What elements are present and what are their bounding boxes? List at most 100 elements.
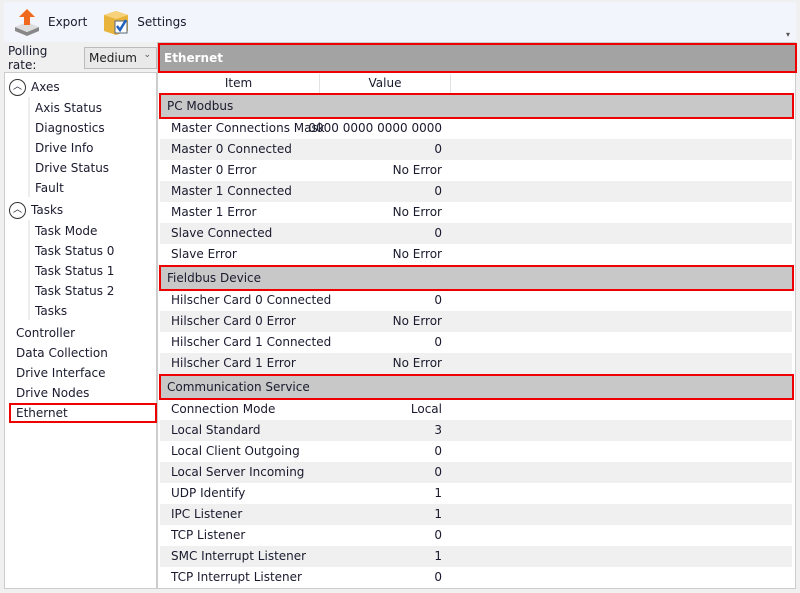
polling-rate-row: Polling rate: Medium ⌄ xyxy=(4,44,157,72)
row-item: UDP Identify xyxy=(171,486,246,500)
row-value: 0 xyxy=(434,226,442,240)
row-value: 1 xyxy=(434,549,442,563)
panel-title: Ethernet xyxy=(158,43,797,73)
table-row[interactable]: UDP Identify 1 xyxy=(160,483,792,504)
table-row[interactable]: SMC Interrupt Listener 1 xyxy=(160,546,792,567)
table-row[interactable]: Hilscher Card 0 Connected 0 xyxy=(160,290,792,311)
tree-guide-line xyxy=(28,220,30,320)
tree-item[interactable]: Data Collection xyxy=(16,343,108,363)
table-row[interactable]: TCP Listener 0 xyxy=(160,525,792,546)
row-item: SMC Interrupt Listener xyxy=(171,549,307,563)
row-item: Hilscher Card 1 Error xyxy=(171,356,296,370)
tree-guide-line xyxy=(28,97,30,197)
row-item: Master 1 Connected xyxy=(171,184,292,198)
row-value: 0 xyxy=(434,335,442,349)
row-item: Master 1 Error xyxy=(171,205,257,219)
row-item: Slave Error xyxy=(171,247,237,261)
section-header[interactable]: Fieldbus Device xyxy=(159,265,794,291)
navigation-panel: Polling rate: Medium ⌄ ︿ Axes Axis Status Di… xyxy=(4,44,157,589)
row-item: Hilscher Card 0 Connected xyxy=(171,293,332,307)
row-item: Hilscher Card 1 Connected xyxy=(171,335,332,349)
row-value: 1 xyxy=(434,486,442,500)
row-value: No Error xyxy=(392,247,442,261)
details-panel: Ethernet Item Value PC Modbus Master Conn… xyxy=(157,42,797,589)
tree-item[interactable]: Task Status 2 xyxy=(35,281,114,301)
table-row[interactable]: Master 1 Error No Error xyxy=(160,202,792,223)
table-row[interactable]: TCP Interrupt Listener 0 xyxy=(160,567,792,588)
tree-group-label: Axes xyxy=(31,80,60,94)
table-row[interactable]: Hilscher Card 1 Connected 0 xyxy=(160,332,792,353)
row-value: 0 xyxy=(434,465,442,479)
table-row[interactable]: Master 1 Connected 0 xyxy=(160,181,792,202)
tree-item[interactable]: Task Status 0 xyxy=(35,241,114,261)
row-item: Master Connections Mask xyxy=(171,121,325,135)
row-value: 0000 0000 0000 0000 xyxy=(308,121,442,135)
tree-group-tasks[interactable]: ︿ Tasks xyxy=(9,200,63,220)
toolbar-overflow-icon[interactable]: ▾ xyxy=(786,30,790,39)
settings-button[interactable]: Settings xyxy=(101,7,187,37)
settings-label: Settings xyxy=(137,15,187,29)
tree-item[interactable]: Drive Status xyxy=(35,158,109,178)
row-item: Hilscher Card 0 Error xyxy=(171,314,296,328)
row-value: No Error xyxy=(392,163,442,177)
table-row[interactable]: Hilscher Card 1 Error No Error xyxy=(160,353,792,374)
tree-item[interactable]: Tasks xyxy=(35,301,67,321)
row-item: Master 0 Connected xyxy=(171,142,292,156)
section-header[interactable]: PC Modbus xyxy=(159,93,794,119)
table-row[interactable]: Slave Error No Error xyxy=(160,244,792,265)
tree-item-selected[interactable]: Ethernet xyxy=(9,403,157,423)
table-row[interactable]: Local Client Outgoing 0 xyxy=(160,441,792,462)
column-item[interactable]: Item xyxy=(158,74,320,93)
row-item: TCP Listener xyxy=(171,528,246,542)
row-value: No Error xyxy=(392,205,442,219)
row-value: 0 xyxy=(434,570,442,584)
toolbar: Export Settings ▾ xyxy=(4,2,796,42)
export-button[interactable]: Export xyxy=(12,7,87,37)
row-value: 1 xyxy=(434,507,442,521)
row-value: 0 xyxy=(434,142,442,156)
tree-item[interactable]: Drive Interface xyxy=(16,363,106,383)
tree-item[interactable]: Drive Nodes xyxy=(16,383,89,403)
row-item: Local Standard xyxy=(171,423,261,437)
column-header: Item Value xyxy=(158,74,795,93)
section-header[interactable]: Communication Service xyxy=(159,374,794,400)
table-row[interactable]: Slave Connected 0 xyxy=(160,223,792,244)
export-icon xyxy=(15,9,39,36)
row-item: Local Client Outgoing xyxy=(171,444,300,458)
polling-rate-select[interactable]: Medium xyxy=(84,47,157,69)
collapse-icon[interactable]: ︿ xyxy=(9,78,26,96)
tree-item[interactable]: Fault xyxy=(35,178,64,198)
table-row[interactable]: Master 0 Connected 0 xyxy=(160,139,792,160)
row-value: 0 xyxy=(434,293,442,307)
table-row[interactable]: Master Connections Mask 0000 0000 0000 00… xyxy=(160,118,792,139)
table-row[interactable]: Hilscher Card 0 Error No Error xyxy=(160,311,792,332)
row-item: Connection Mode xyxy=(171,402,276,416)
row-item: Master 0 Error xyxy=(171,163,257,177)
settings-box-icon xyxy=(104,11,129,35)
table-row[interactable]: Connection Mode Local xyxy=(160,399,792,420)
collapse-icon[interactable]: ︿ xyxy=(9,201,26,219)
tree-item[interactable]: Controller xyxy=(16,323,75,343)
table-row[interactable]: Master 0 Error No Error xyxy=(160,160,792,181)
row-item: Slave Connected xyxy=(171,226,273,240)
row-value: 0 xyxy=(434,184,442,198)
table-row[interactable]: IPC Listener 1 xyxy=(160,504,792,525)
row-item: IPC Listener xyxy=(171,507,243,521)
tree-item[interactable]: Task Mode xyxy=(35,221,97,241)
tree-item[interactable]: Axis Status xyxy=(35,98,102,118)
column-value[interactable]: Value xyxy=(320,74,451,93)
row-value: Local xyxy=(410,402,442,416)
polling-rate-label: Polling rate: xyxy=(8,44,48,72)
export-label: Export xyxy=(48,15,88,29)
row-item: TCP Interrupt Listener xyxy=(171,570,302,584)
row-value: 0 xyxy=(434,444,442,458)
tree-group-axes[interactable]: ︿ Axes xyxy=(9,77,60,97)
tree-item[interactable]: Task Status 1 xyxy=(35,261,114,281)
table-row[interactable]: Local Standard 3 xyxy=(160,420,792,441)
row-item: Local Server Incoming xyxy=(171,465,305,479)
table-row[interactable]: Local Server Incoming 0 xyxy=(160,462,792,483)
tree-item[interactable]: Drive Info xyxy=(35,138,94,158)
nav-tree: ︿ Axes Axis Status Diagnostics Drive Info Dri… xyxy=(4,72,157,589)
row-value: 3 xyxy=(434,423,442,437)
tree-item[interactable]: Diagnostics xyxy=(35,118,105,138)
